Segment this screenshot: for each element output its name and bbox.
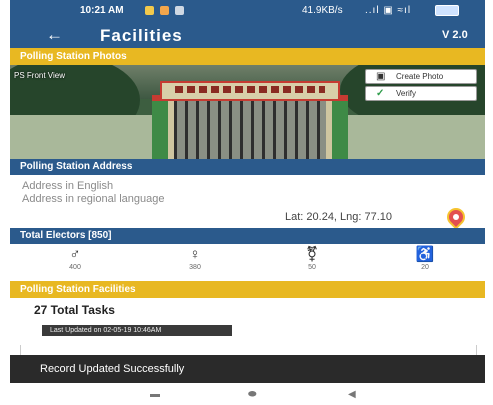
third-gender-icon: ⚧ <box>305 246 319 263</box>
facility-card[interactable] <box>20 345 477 355</box>
elector-count: 400 <box>69 264 81 271</box>
photo-label: PS Front View <box>14 71 65 80</box>
wheelchair-icon: ♿ <box>415 246 435 263</box>
check-icon: ✓ <box>376 88 385 99</box>
total-tasks: 27 Total Tasks <box>34 303 115 317</box>
network-speed: 41.9KB/s <box>302 5 343 16</box>
notification-icons <box>145 5 187 16</box>
camera-icon: ▣ <box>376 71 386 82</box>
system-nav-bar: ▬ ⬬ ◀ <box>10 383 485 405</box>
elector-count: 50 <box>308 264 316 271</box>
electors-row: ♂ 400 ♀ 380 ⚧ 50 ♿ 20 <box>10 246 485 280</box>
facilities-section-header: Polling Station Facilities <box>10 281 485 298</box>
status-bar: 10:21 AM 41.9KB/s ..ıl ▣ ≈ıl <box>10 0 485 22</box>
electors-section-header: Total Electors [850] <box>10 228 485 244</box>
address-regional: Address in regional language <box>22 193 165 205</box>
male-icon: ♂ <box>69 246 81 263</box>
app-version: V 2.0 <box>442 29 468 41</box>
elector-item-male: ♂ 400 <box>45 246 105 271</box>
photos-section-header: Polling Station Photos <box>10 48 485 65</box>
recent-apps-icon[interactable]: ▬ <box>150 389 160 400</box>
app-bar: ← Facilities V 2.0 <box>10 22 485 48</box>
photo-gate-signboard <box>175 86 325 93</box>
notification-icon <box>159 5 169 15</box>
verify-button[interactable]: ✓ Verify <box>365 86 477 101</box>
back-arrow-icon[interactable]: ← <box>46 25 63 45</box>
location-pin-icon[interactable] <box>443 204 469 230</box>
photo-gate-pillar <box>152 95 168 159</box>
address-english: Address in English <box>22 180 114 192</box>
elector-count: 20 <box>421 264 429 271</box>
notification-icon <box>145 5 154 15</box>
page-title: Facilities <box>100 26 183 45</box>
toast-message: Record Updated Successfully <box>10 355 485 383</box>
elector-item-third-gender: ⚧ 50 <box>282 246 342 271</box>
signal-icons: ..ıl ▣ ≈ıl <box>365 5 412 16</box>
verify-label: Verify <box>396 89 417 98</box>
nav-back-icon[interactable]: ◀ <box>348 389 356 400</box>
elector-count: 380 <box>189 264 201 271</box>
create-photo-button[interactable]: ▣ Create Photo <box>365 69 477 84</box>
battery-icon <box>435 5 459 16</box>
create-photo-label: Create Photo <box>396 72 444 81</box>
photo-actions: ▣ Create Photo ✓ Verify <box>365 69 477 103</box>
phone-screen: 10:21 AM 41.9KB/s ..ıl ▣ ≈ıl ← Facilitie… <box>10 0 485 405</box>
photo-gate <box>168 101 332 159</box>
female-icon: ♀ <box>189 246 201 263</box>
photo-gate-pillar <box>332 95 348 159</box>
elector-item-pwd: ♿ 20 <box>395 246 455 271</box>
home-icon[interactable]: ⬬ <box>248 389 257 400</box>
notification-icon <box>174 5 184 15</box>
address-block: Address in English Address in regional l… <box>22 180 165 206</box>
last-updated-badge: Last Updated on 02-05-19 10:46AM <box>42 325 232 336</box>
address-section-header: Polling Station Address <box>10 159 485 175</box>
status-time: 10:21 AM <box>80 5 124 16</box>
elector-item-female: ♀ 380 <box>165 246 225 271</box>
lat-lng: Lat: 20.24, Lng: 77.10 <box>285 211 393 223</box>
